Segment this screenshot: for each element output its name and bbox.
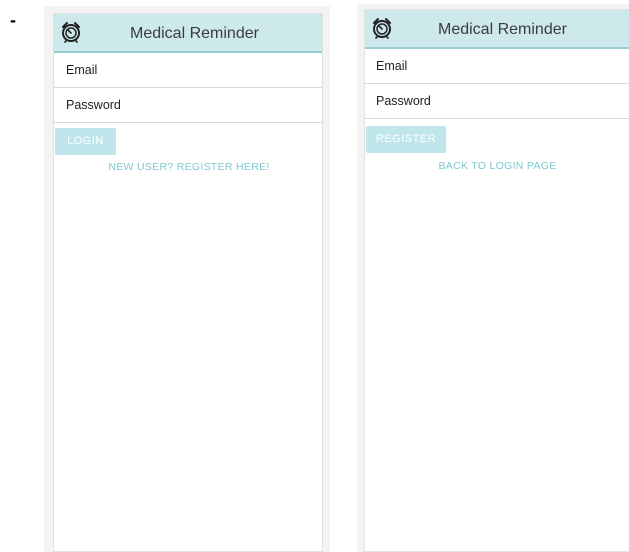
app-bar: Medical Reminder bbox=[365, 10, 629, 49]
email-field[interactable]: Email bbox=[365, 49, 629, 84]
register-link[interactable]: NEW USER? REGISTER HERE! bbox=[54, 161, 322, 173]
register-screen: Medical Reminder Email Password REGISTER… bbox=[364, 9, 629, 552]
app-bar: Medical Reminder bbox=[54, 14, 322, 53]
register-button[interactable]: REGISTER bbox=[366, 126, 446, 153]
app-title: Medical Reminder bbox=[438, 21, 567, 38]
password-field[interactable]: Password bbox=[365, 84, 629, 119]
screenshot-stage: - Medical Reminder Email Password LOGIN … bbox=[0, 0, 629, 552]
back-to-login-link[interactable]: BACK TO LOGIN PAGE bbox=[365, 160, 629, 172]
login-screen: Medical Reminder Email Password LOGIN NE… bbox=[53, 13, 323, 552]
alarm-clock-icon bbox=[373, 18, 391, 39]
annotation-dash: - bbox=[10, 10, 16, 30]
app-title: Medical Reminder bbox=[130, 25, 259, 42]
login-button[interactable]: LOGIN bbox=[55, 128, 116, 155]
password-field[interactable]: Password bbox=[54, 88, 322, 123]
email-field[interactable]: Email bbox=[54, 53, 322, 88]
alarm-clock-icon bbox=[62, 22, 80, 43]
